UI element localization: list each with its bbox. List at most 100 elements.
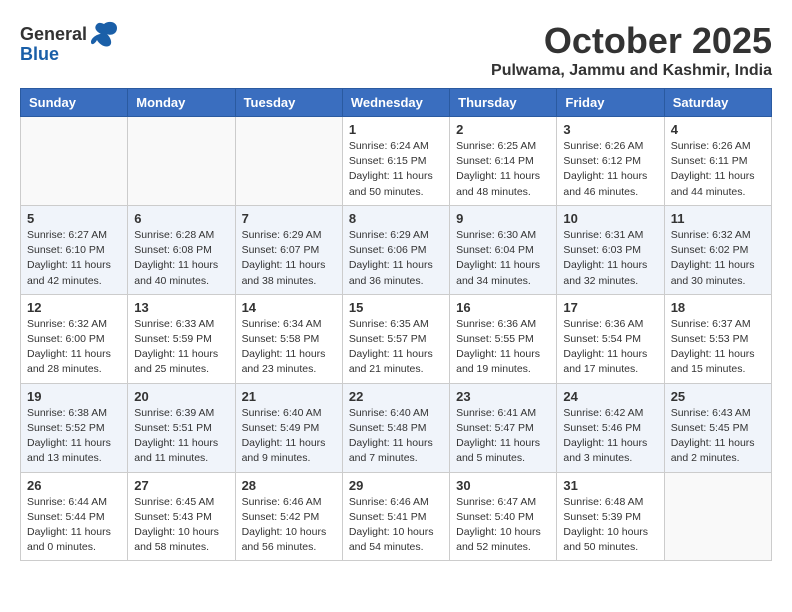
day-info: Sunrise: 6:32 AM Sunset: 6:00 PM Dayligh… (27, 317, 121, 378)
day-info: Sunrise: 6:39 AM Sunset: 5:51 PM Dayligh… (134, 406, 228, 467)
day-number: 2 (456, 122, 550, 137)
calendar-week-4: 19Sunrise: 6:38 AM Sunset: 5:52 PM Dayli… (21, 383, 772, 472)
day-number: 24 (563, 389, 657, 404)
day-info: Sunrise: 6:24 AM Sunset: 6:15 PM Dayligh… (349, 139, 443, 200)
calendar-cell: 30Sunrise: 6:47 AM Sunset: 5:40 PM Dayli… (450, 472, 557, 561)
day-info: Sunrise: 6:41 AM Sunset: 5:47 PM Dayligh… (456, 406, 550, 467)
day-number: 30 (456, 478, 550, 493)
day-number: 14 (242, 300, 336, 315)
weekday-header-tuesday: Tuesday (235, 89, 342, 117)
day-number: 17 (563, 300, 657, 315)
logo-bird-icon (89, 20, 119, 48)
day-number: 19 (27, 389, 121, 404)
calendar-cell: 11 Sunrise: 6:32 AM Sunset: 6:02 PM Dayli… (664, 205, 771, 294)
calendar-week-5: 26 Sunrise: 6:44 AM Sunset: 5:44 PM Dayli… (21, 472, 772, 561)
calendar-cell: 14Sunrise: 6:34 AM Sunset: 5:58 PM Dayli… (235, 294, 342, 383)
logo-general-text: General (20, 24, 87, 45)
day-info: Sunrise: 6:29 AM Sunset: 6:06 PM Dayligh… (349, 228, 443, 289)
day-info: Sunrise: 6:33 AM Sunset: 5:59 PM Dayligh… (134, 317, 228, 378)
calendar-cell: 2 Sunrise: 6:25 AM Sunset: 6:14 PM Daylig… (450, 117, 557, 206)
page-header: General Blue October 2025 Pulwama, Jammu… (20, 20, 772, 80)
weekday-header-friday: Friday (557, 89, 664, 117)
calendar-cell: 27 Sunrise: 6:45 AM Sunset: 5:43 PM Dayli… (128, 472, 235, 561)
day-number: 1 (349, 122, 443, 137)
day-info: Sunrise: 6:27 AM Sunset: 6:10 PM Dayligh… (27, 228, 121, 289)
day-number: 12 (27, 300, 121, 315)
weekday-header-thursday: Thursday (450, 89, 557, 117)
day-info: Sunrise: 6:43 AM Sunset: 5:45 PM Dayligh… (671, 406, 765, 467)
day-info: Sunrise: 6:48 AM Sunset: 5:39 PM Dayligh… (563, 495, 657, 556)
calendar-cell: 3Sunrise: 6:26 AM Sunset: 6:12 PM Daylig… (557, 117, 664, 206)
day-number: 6 (134, 211, 228, 226)
day-info: Sunrise: 6:45 AM Sunset: 5:43 PM Dayligh… (134, 495, 228, 556)
day-info: Sunrise: 6:44 AM Sunset: 5:44 PM Dayligh… (27, 495, 121, 556)
day-number: 13 (134, 300, 228, 315)
day-info: Sunrise: 6:36 AM Sunset: 5:54 PM Dayligh… (563, 317, 657, 378)
day-info: Sunrise: 6:40 AM Sunset: 5:49 PM Dayligh… (242, 406, 336, 467)
day-number: 9 (456, 211, 550, 226)
weekday-header-monday: Monday (128, 89, 235, 117)
day-info: Sunrise: 6:37 AM Sunset: 5:53 PM Dayligh… (671, 317, 765, 378)
calendar-cell: 28Sunrise: 6:46 AM Sunset: 5:42 PM Dayli… (235, 472, 342, 561)
calendar-cell: 8 Sunrise: 6:29 AM Sunset: 6:06 PM Daylig… (342, 205, 449, 294)
calendar-cell: 23 Sunrise: 6:41 AM Sunset: 5:47 PM Dayli… (450, 383, 557, 472)
logo-blue-text: Blue (20, 44, 59, 65)
day-info: Sunrise: 6:36 AM Sunset: 5:55 PM Dayligh… (456, 317, 550, 378)
calendar-cell: 31 Sunrise: 6:48 AM Sunset: 5:39 PM Dayli… (557, 472, 664, 561)
location-title: Pulwama, Jammu and Kashmir, India (491, 62, 772, 80)
day-number: 29 (349, 478, 443, 493)
calendar-cell: 18 Sunrise: 6:37 AM Sunset: 5:53 PM Dayli… (664, 294, 771, 383)
weekday-header-wednesday: Wednesday (342, 89, 449, 117)
day-number: 8 (349, 211, 443, 226)
calendar-cell: 1 Sunrise: 6:24 AM Sunset: 6:15 PM Daylig… (342, 117, 449, 206)
calendar-cell: 29 Sunrise: 6:46 AM Sunset: 5:41 PM Dayli… (342, 472, 449, 561)
day-info: Sunrise: 6:42 AM Sunset: 5:46 PM Dayligh… (563, 406, 657, 467)
day-info: Sunrise: 6:32 AM Sunset: 6:02 PM Dayligh… (671, 228, 765, 289)
day-number: 22 (349, 389, 443, 404)
calendar-table: SundayMondayTuesdayWednesdayThursdayFrid… (20, 88, 772, 561)
day-number: 16 (456, 300, 550, 315)
calendar-week-3: 12 Sunrise: 6:32 AM Sunset: 6:00 PM Dayli… (21, 294, 772, 383)
title-block: October 2025 Pulwama, Jammu and Kashmir,… (491, 20, 772, 80)
day-number: 11 (671, 211, 765, 226)
calendar-cell: 19Sunrise: 6:38 AM Sunset: 5:52 PM Dayli… (21, 383, 128, 472)
day-number: 27 (134, 478, 228, 493)
logo: General Blue (20, 20, 119, 65)
day-info: Sunrise: 6:29 AM Sunset: 6:07 PM Dayligh… (242, 228, 336, 289)
calendar-cell: 16 Sunrise: 6:36 AM Sunset: 5:55 PM Dayli… (450, 294, 557, 383)
day-number: 31 (563, 478, 657, 493)
day-info: Sunrise: 6:35 AM Sunset: 5:57 PM Dayligh… (349, 317, 443, 378)
day-info: Sunrise: 6:31 AM Sunset: 6:03 PM Dayligh… (563, 228, 657, 289)
calendar-cell: 26 Sunrise: 6:44 AM Sunset: 5:44 PM Dayli… (21, 472, 128, 561)
calendar-cell: 13 Sunrise: 6:33 AM Sunset: 5:59 PM Dayli… (128, 294, 235, 383)
day-info: Sunrise: 6:28 AM Sunset: 6:08 PM Dayligh… (134, 228, 228, 289)
calendar-cell: 15Sunrise: 6:35 AM Sunset: 5:57 PM Dayli… (342, 294, 449, 383)
calendar-cell: 24 Sunrise: 6:42 AM Sunset: 5:46 PM Dayli… (557, 383, 664, 472)
calendar-cell: 4Sunrise: 6:26 AM Sunset: 6:11 PM Daylig… (664, 117, 771, 206)
day-info: Sunrise: 6:25 AM Sunset: 6:14 PM Dayligh… (456, 139, 550, 200)
calendar-cell (21, 117, 128, 206)
day-number: 23 (456, 389, 550, 404)
day-info: Sunrise: 6:40 AM Sunset: 5:48 PM Dayligh… (349, 406, 443, 467)
calendar-cell: 6 Sunrise: 6:28 AM Sunset: 6:08 PM Daylig… (128, 205, 235, 294)
calendar-cell (128, 117, 235, 206)
calendar-cell: 25 Sunrise: 6:43 AM Sunset: 5:45 PM Dayli… (664, 383, 771, 472)
day-info: Sunrise: 6:46 AM Sunset: 5:42 PM Dayligh… (242, 495, 336, 556)
day-number: 18 (671, 300, 765, 315)
calendar-cell: 21Sunrise: 6:40 AM Sunset: 5:49 PM Dayli… (235, 383, 342, 472)
day-number: 20 (134, 389, 228, 404)
day-info: Sunrise: 6:26 AM Sunset: 6:12 PM Dayligh… (563, 139, 657, 200)
calendar-week-2: 5 Sunrise: 6:27 AM Sunset: 6:10 PM Daylig… (21, 205, 772, 294)
day-number: 25 (671, 389, 765, 404)
calendar-cell (664, 472, 771, 561)
day-info: Sunrise: 6:46 AM Sunset: 5:41 PM Dayligh… (349, 495, 443, 556)
weekday-header-sunday: Sunday (21, 89, 128, 117)
calendar-cell: 5 Sunrise: 6:27 AM Sunset: 6:10 PM Daylig… (21, 205, 128, 294)
day-number: 5 (27, 211, 121, 226)
day-number: 7 (242, 211, 336, 226)
day-number: 26 (27, 478, 121, 493)
calendar-cell: 22 Sunrise: 6:40 AM Sunset: 5:48 PM Dayli… (342, 383, 449, 472)
day-number: 10 (563, 211, 657, 226)
calendar-cell: 7 Sunrise: 6:29 AM Sunset: 6:07 PM Daylig… (235, 205, 342, 294)
calendar-cell: 10 Sunrise: 6:31 AM Sunset: 6:03 PM Dayli… (557, 205, 664, 294)
